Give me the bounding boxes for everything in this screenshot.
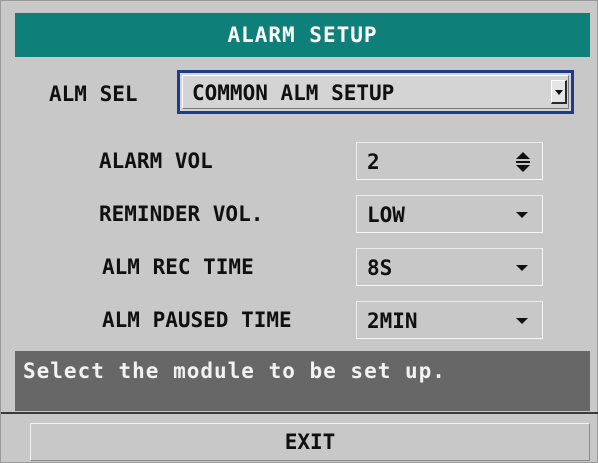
alm-paused-time-label: ALM PAUSED TIME [102, 308, 292, 332]
alarm-vol-stepper[interactable]: 2 [356, 142, 543, 180]
alarm-vol-label: ALARM VOL [99, 149, 213, 173]
alm-rec-time-label: ALM REC TIME [102, 255, 254, 279]
chevron-down-icon [516, 212, 528, 218]
chevron-down-icon [516, 318, 528, 324]
alm-paused-time-dropdown[interactable]: 2MIN [356, 301, 543, 339]
alm-paused-time-value: 2MIN [367, 309, 418, 333]
alm-rec-time-value: 8S [367, 256, 393, 280]
divider [1, 412, 598, 414]
up-down-arrow-icon [516, 152, 530, 172]
reminder-vol-label: REMINDER VOL. [99, 202, 264, 226]
dialog-title: ALARM SETUP [15, 13, 590, 57]
reminder-vol-value: LOW [367, 203, 405, 227]
chevron-down-icon [555, 90, 563, 95]
alarm-vol-value: 2 [367, 150, 380, 174]
alm-sel-label: ALM SEL [49, 82, 138, 106]
help-panel: Select the module to be set up. [15, 351, 590, 411]
dropdown-arrow-button[interactable] [551, 80, 567, 104]
help-text: Select the module to be set up. [23, 359, 446, 383]
exit-button[interactable]: EXIT [30, 423, 590, 461]
alm-sel-value: COMMON ALM SETUP [192, 81, 395, 105]
reminder-vol-dropdown[interactable]: LOW [356, 195, 543, 233]
alm-rec-time-dropdown[interactable]: 8S [356, 248, 543, 286]
chevron-down-icon [516, 265, 528, 271]
alarm-setup-dialog: ALARM SETUP ALM SEL COMMON ALM SETUP ALA… [0, 0, 598, 463]
alm-sel-dropdown[interactable]: COMMON ALM SETUP [177, 70, 574, 114]
